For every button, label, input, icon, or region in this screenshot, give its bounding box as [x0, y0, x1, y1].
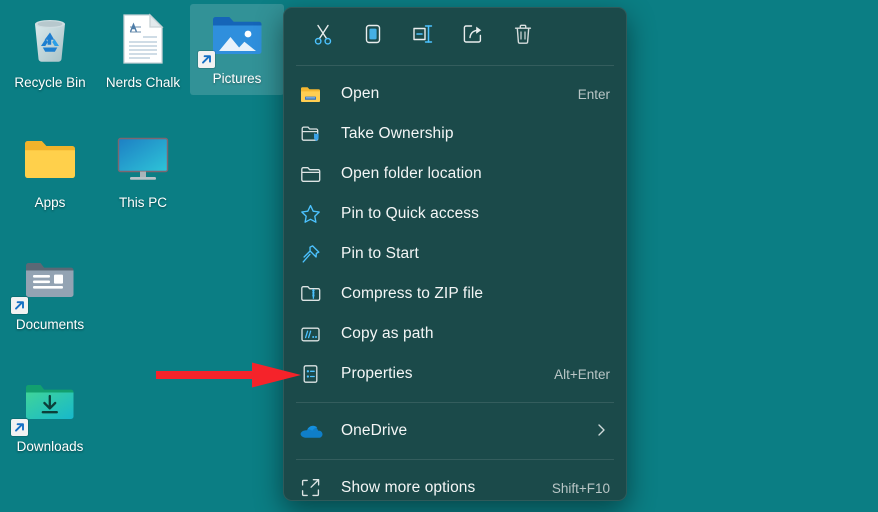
scissors-icon: [311, 22, 335, 51]
menu-item-label: Open: [341, 85, 380, 102]
desktop-icon-downloads[interactable]: Downloads: [3, 372, 97, 456]
onedrive-cloud-icon: [300, 419, 326, 443]
pictures-folder-icon: [190, 4, 284, 68]
desktop-icon-label: Documents: [15, 317, 85, 332]
delete-button[interactable]: [498, 18, 548, 56]
folder-icon: [3, 128, 97, 190]
menu-item-label: OneDrive: [341, 422, 408, 439]
menu-item-compress-to-zip[interactable]: Compress to ZIP file: [284, 274, 626, 314]
pin-icon: [300, 242, 326, 266]
folder-outline-icon: [300, 162, 326, 186]
shield-folder-icon: [300, 122, 326, 146]
copy-path-icon: [300, 322, 326, 346]
menu-item-label: Properties: [341, 365, 413, 382]
desktop-icon-label: This PC: [118, 195, 167, 210]
desktop-icon-label: Downloads: [16, 439, 84, 454]
shortcut-arrow-icon: [198, 51, 215, 68]
desktop-icon-nerds-chalk[interactable]: Nerds Chalk: [96, 8, 190, 92]
open-folder-icon: [300, 82, 326, 106]
menu-item-label: Copy as path: [341, 325, 434, 342]
zip-folder-icon: [300, 282, 326, 306]
menu-item-open[interactable]: Open Enter: [284, 74, 626, 114]
menu-item-label: Take Ownership: [341, 125, 454, 142]
menu-item-label: Open folder location: [341, 165, 482, 182]
desktop-icon-pictures[interactable]: Pictures: [190, 4, 284, 95]
documents-folder-icon: [3, 250, 97, 314]
shortcut-arrow-icon: [11, 297, 28, 314]
context-menu-toolbar: [284, 8, 626, 65]
downloads-folder-icon: [3, 372, 97, 436]
desktop-icon-documents[interactable]: Documents: [3, 250, 97, 334]
desktop-icon-recycle-bin[interactable]: Recycle Bin: [3, 8, 97, 92]
menu-item-label: Compress to ZIP file: [341, 285, 484, 302]
trash-icon: [511, 22, 535, 51]
text-document-icon: [96, 8, 190, 70]
menu-item-show-more-options[interactable]: Show more options Shift+F10: [284, 468, 626, 500]
menu-item-take-ownership[interactable]: Take Ownership: [284, 114, 626, 154]
properties-icon: [300, 362, 326, 386]
desktop-icon-label: Apps: [34, 195, 66, 210]
rename-button[interactable]: [398, 18, 448, 56]
monitor-icon: [96, 128, 190, 190]
shortcut-arrow-icon: [11, 419, 28, 436]
recycle-bin-icon: [3, 8, 97, 70]
context-menu-groups: Open Enter Take Ownership Open folder loc…: [284, 66, 626, 500]
expand-arrow-icon: [300, 476, 326, 500]
menu-item-shortcut: Alt+Enter: [554, 366, 610, 382]
desktop-icon-label: Recycle Bin: [14, 75, 86, 90]
cut-button[interactable]: [298, 18, 348, 56]
rename-icon: [410, 22, 436, 51]
copy-button[interactable]: [348, 18, 398, 56]
copy-icon: [361, 22, 385, 51]
menu-item-copy-as-path[interactable]: Copy as path: [284, 314, 626, 354]
menu-item-shortcut: Enter: [577, 86, 610, 102]
file-context-menu[interactable]: Open Enter Take Ownership Open folder loc…: [283, 7, 627, 501]
star-icon: [300, 202, 326, 226]
desktop-icon-label: Nerds Chalk: [105, 75, 181, 90]
desktop-icon-apps[interactable]: Apps: [3, 128, 97, 212]
share-icon: [461, 22, 485, 51]
menu-item-pin-to-quick-access[interactable]: Pin to Quick access: [284, 194, 626, 234]
menu-item-shortcut: Shift+F10: [551, 480, 610, 496]
menu-item-onedrive[interactable]: OneDrive: [284, 411, 626, 451]
menu-item-label: Pin to Start: [341, 245, 419, 262]
menu-item-label: Show more options: [341, 479, 476, 496]
menu-item-pin-to-start[interactable]: Pin to Start: [284, 234, 626, 274]
share-button[interactable]: [448, 18, 498, 56]
menu-item-label: Pin to Quick access: [341, 205, 480, 222]
desktop-icon-this-pc[interactable]: This PC: [96, 128, 190, 212]
chevron-right-icon: [595, 423, 612, 440]
menu-item-properties[interactable]: Properties Alt+Enter: [284, 354, 626, 394]
menu-item-open-folder-location[interactable]: Open folder location: [284, 154, 626, 194]
